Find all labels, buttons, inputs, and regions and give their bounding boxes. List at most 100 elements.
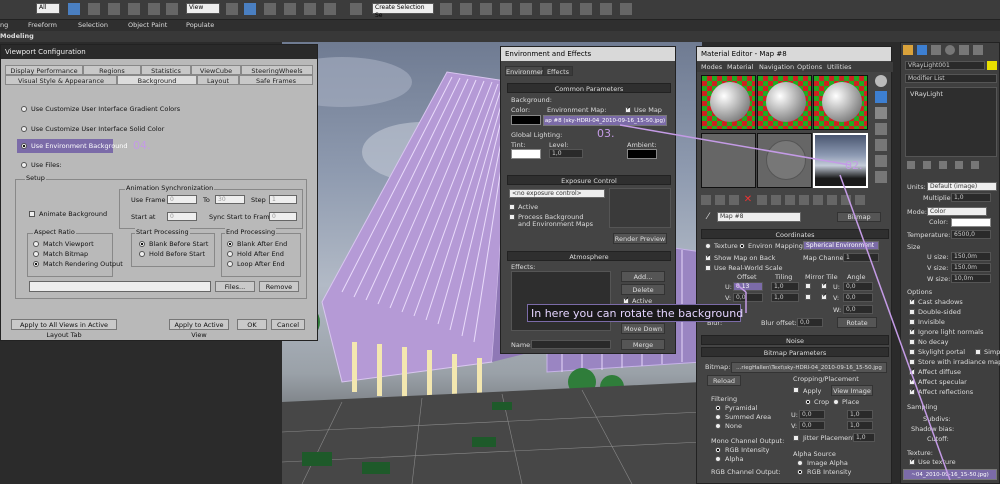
make-preview-icon[interactable] (875, 155, 887, 167)
u-size-input[interactable]: 150,0m (951, 252, 991, 261)
merge-button[interactable]: Merge (621, 339, 665, 350)
make-unique-stack-icon[interactable] (939, 161, 947, 169)
store-irradiance-checkbox[interactable] (909, 359, 915, 365)
display-tab-icon[interactable] (959, 45, 969, 55)
radio-alpha-rgb-intensity[interactable] (797, 469, 803, 475)
show-map-on-back-checkbox[interactable] (705, 253, 711, 261)
sync-start-input[interactable]: 0 (269, 212, 297, 221)
radio-summed-area[interactable] (715, 414, 721, 420)
common-parameters-header[interactable]: Common Parameters (507, 83, 671, 93)
modifier-stack-item[interactable]: VRayLight (910, 90, 943, 98)
sample-uv-icon[interactable] (875, 123, 887, 135)
v-angle-input[interactable]: 0,0 (843, 293, 873, 302)
remove-modifier-icon[interactable] (955, 161, 963, 169)
remove-button[interactable]: Remove (259, 281, 299, 292)
radio-mono-alpha[interactable] (715, 456, 721, 462)
radio-match-rendering-output[interactable] (33, 261, 39, 267)
go-to-parent-icon[interactable] (841, 195, 851, 205)
use-real-world-scale-checkbox[interactable] (705, 265, 711, 271)
affect-reflections-checkbox[interactable] (909, 387, 915, 395)
radio-mono-rgb-intensity[interactable] (715, 447, 721, 453)
map-name-input[interactable]: Map #8 (717, 212, 801, 222)
render-setup-icon[interactable] (580, 3, 592, 15)
simple-checkbox[interactable] (975, 349, 981, 355)
radio-texture[interactable] (705, 243, 711, 249)
tab-viewcube[interactable]: ViewCube (191, 65, 241, 75)
radio-match-bitmap[interactable] (33, 251, 39, 257)
tab-visual-style[interactable]: Visual Style & Appearance (5, 75, 117, 85)
file-path-input[interactable] (29, 281, 211, 292)
sample-slot-1[interactable] (701, 75, 756, 130)
menu-material[interactable]: Material (727, 63, 753, 71)
menu-navigation[interactable]: Navigation (759, 63, 794, 71)
mirror-icon[interactable] (440, 3, 452, 15)
multiplier-input[interactable]: 1,0 (951, 193, 991, 202)
u-tiling-input[interactable]: 1,0 (771, 282, 799, 291)
w-size-input[interactable]: 10,0m (951, 274, 991, 283)
animate-background-checkbox[interactable] (29, 211, 35, 217)
show-end-result-stack-icon[interactable] (923, 161, 931, 169)
go-forward-icon[interactable] (855, 195, 865, 205)
show-map-icon[interactable] (813, 195, 823, 205)
crop-v-input[interactable]: 0,0 (799, 421, 825, 430)
configure-sets-icon[interactable] (971, 161, 979, 169)
map-channel-input[interactable]: 1 (843, 253, 879, 262)
tab-steeringwheels[interactable]: SteeringWheels (241, 65, 313, 75)
rotate-button[interactable]: Rotate (837, 317, 877, 328)
affect-specular-checkbox[interactable] (909, 377, 915, 385)
menu-modes[interactable]: Modes (701, 63, 722, 71)
backlight-icon[interactable] (875, 91, 887, 103)
jitter-input[interactable]: 1,0 (853, 433, 875, 442)
crop-h-input[interactable]: 1,0 (847, 421, 873, 430)
texture-map-button[interactable]: ~04_2010-09-16_15-50.jpg) (903, 469, 997, 480)
window-crossing-icon[interactable] (108, 3, 120, 15)
step-input[interactable]: 1 (269, 195, 297, 204)
graphite-icon[interactable] (500, 3, 512, 15)
ribbon-tab-ng[interactable]: ng (0, 21, 8, 29)
menu-options[interactable]: Options (797, 63, 822, 71)
utilities-tab-icon[interactable] (973, 45, 983, 55)
radio-hold-before-start[interactable] (139, 251, 145, 257)
radio-loop-after-end[interactable] (227, 261, 233, 267)
modifier-stack[interactable]: VRayLight (905, 87, 997, 157)
sample-type-icon[interactable] (875, 75, 887, 87)
add-effect-button[interactable]: Add... (621, 271, 665, 282)
crop-u-input[interactable]: 0,0 (799, 410, 825, 419)
spinner-snap-icon[interactable] (324, 3, 336, 15)
ribbon-tab-freeform[interactable]: Freeform (28, 21, 57, 29)
sample-slot-5[interactable] (757, 133, 812, 188)
create-tab-icon[interactable] (903, 45, 913, 55)
get-material-icon[interactable] (701, 195, 711, 205)
tint-swatch[interactable] (511, 149, 541, 159)
jitter-checkbox[interactable] (793, 435, 799, 441)
curve-editor-icon[interactable] (520, 3, 532, 15)
radio-blank-before-start[interactable] (139, 241, 145, 247)
select-manipulate-icon[interactable] (244, 3, 256, 15)
sample-slot-4[interactable] (701, 133, 756, 188)
move-icon[interactable] (128, 3, 140, 15)
tab-display-performance[interactable]: Display Performance (5, 65, 83, 75)
use-frame-input[interactable]: 0 (167, 195, 197, 204)
delete-effect-button[interactable]: Delete (621, 284, 665, 295)
snaps-icon[interactable] (264, 3, 276, 15)
radio-place[interactable] (833, 399, 839, 405)
cast-shadows-checkbox[interactable] (909, 297, 915, 305)
material-editor-icon[interactable] (560, 3, 572, 15)
radio-blank-after-end[interactable] (227, 241, 233, 247)
exposure-active-checkbox[interactable] (509, 204, 515, 210)
filter-dropdown[interactable]: All (36, 3, 60, 14)
tab-background[interactable]: Background (117, 75, 197, 85)
radio-solid-color[interactable] (21, 126, 27, 132)
select-icon[interactable] (68, 3, 80, 15)
tab-regions[interactable]: Regions (83, 65, 141, 75)
tab-statistics[interactable]: Statistics (141, 65, 191, 75)
background-color-swatch[interactable] (511, 115, 541, 125)
v-tiling-input[interactable]: 1,0 (771, 293, 799, 302)
render-preview-button[interactable]: Render Preview (613, 233, 667, 244)
sample-slot-3[interactable] (813, 75, 868, 130)
reset-map-icon[interactable]: ✕ (743, 195, 753, 205)
w-angle-input[interactable]: 0,0 (843, 305, 873, 314)
v-mirror-checkbox[interactable] (805, 294, 811, 300)
process-bg-checkbox[interactable] (509, 214, 515, 220)
radio-crop[interactable] (805, 399, 811, 405)
